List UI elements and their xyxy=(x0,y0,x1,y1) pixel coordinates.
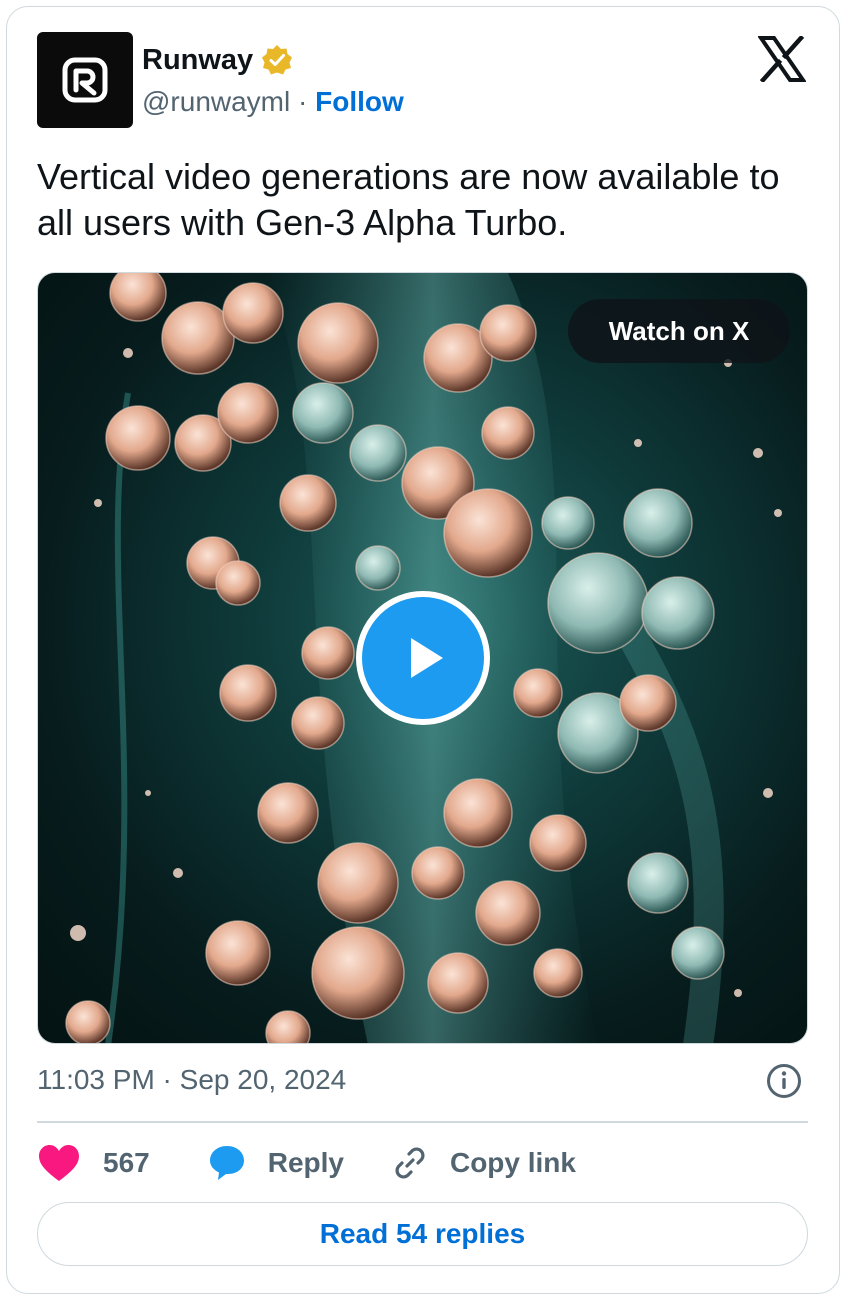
link-icon xyxy=(395,1147,425,1179)
x-logo-icon[interactable] xyxy=(758,36,806,82)
author-name-row: Runway xyxy=(142,40,293,80)
author-handle-row: @runwayml · Follow xyxy=(142,84,404,120)
heart-icon xyxy=(39,1145,79,1181)
play-button[interactable] xyxy=(356,591,490,725)
copy-link-label: Copy link xyxy=(449,1147,576,1178)
follow-button[interactable]: Follow xyxy=(315,86,404,117)
divider xyxy=(37,1121,808,1123)
reply-bubble-icon xyxy=(209,1146,244,1180)
avatar[interactable] xyxy=(37,32,133,128)
tweet-timestamp[interactable]: 11:03 PM · Sep 20, 2024 xyxy=(37,1062,346,1098)
reply-label: Reply xyxy=(267,1147,344,1178)
copy-link-button[interactable]: Copy link xyxy=(392,1145,576,1181)
tweet-text: Vertical video generations are now avail… xyxy=(37,156,780,243)
verified-badge-icon xyxy=(262,45,293,75)
like-count: 567 xyxy=(103,1147,150,1178)
read-replies-button[interactable]: Read 54 replies xyxy=(37,1202,808,1266)
like-button[interactable]: 567 xyxy=(37,1143,150,1183)
runway-logo-icon xyxy=(62,57,108,103)
watch-on-x-button[interactable]: Watch on X xyxy=(568,299,790,363)
info-icon[interactable] xyxy=(766,1063,802,1099)
action-bar: 567 Reply Copy link xyxy=(37,1140,576,1186)
handle-separator: · xyxy=(298,86,308,117)
author-handle[interactable]: @runwayml xyxy=(142,86,290,117)
reply-button[interactable]: Reply xyxy=(208,1144,344,1182)
author-name[interactable]: Runway xyxy=(142,40,253,80)
play-icon xyxy=(411,638,443,678)
